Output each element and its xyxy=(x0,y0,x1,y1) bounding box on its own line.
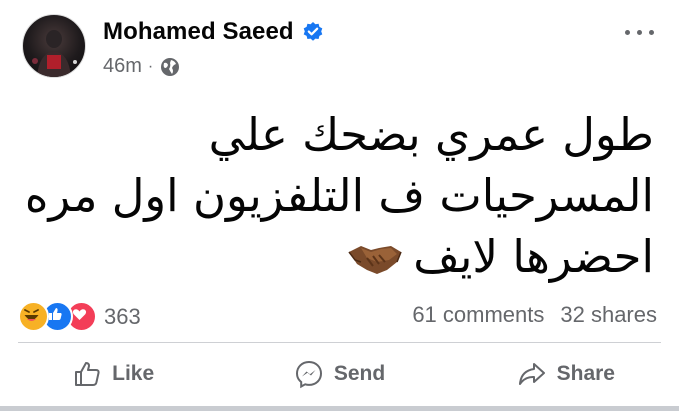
share-label: Share xyxy=(556,362,615,385)
feed-separator xyxy=(0,406,679,411)
engagement-stats: 61 comments 32 shares xyxy=(412,302,657,328)
post-text-line: المسرحيات ف التلفزيون اول مره xyxy=(24,169,654,222)
more-options-icon[interactable] xyxy=(623,22,657,42)
send-button[interactable]: Send xyxy=(226,350,452,398)
author-avatar[interactable] xyxy=(22,14,86,78)
handshake-emoji-icon xyxy=(347,230,403,274)
comments-count[interactable]: 61 comments xyxy=(412,302,544,328)
like-label: Like xyxy=(112,362,155,385)
author-row: Mohamed Saeed xyxy=(103,18,324,46)
verified-badge-icon xyxy=(302,21,324,43)
meta-separator: · xyxy=(147,57,154,75)
reaction-count: 363 xyxy=(104,303,141,329)
post-text-line-with-emoji: احضرها لايف xyxy=(34,226,654,287)
facebook-post: Mohamed Saeed 46m · طول عمري بضحك علي ال… xyxy=(0,0,679,411)
share-arrow-icon xyxy=(518,363,545,385)
share-button[interactable]: Share xyxy=(453,350,679,398)
post-timestamp[interactable]: 46m xyxy=(103,55,142,78)
author-name[interactable]: Mohamed Saeed xyxy=(103,18,294,46)
post-text-line: طول عمري بضحك علي xyxy=(208,108,654,161)
shares-count[interactable]: 32 shares xyxy=(560,302,657,328)
post-meta: 46m · xyxy=(103,55,181,78)
thumbs-up-icon xyxy=(75,362,100,386)
like-button[interactable]: Like xyxy=(0,350,226,398)
divider xyxy=(18,342,661,343)
reaction-summary[interactable]: 363 xyxy=(18,301,141,332)
globe-icon[interactable] xyxy=(159,56,181,78)
haha-reaction-icon xyxy=(18,301,49,332)
action-bar: Like Send Share xyxy=(0,350,679,398)
send-label: Send xyxy=(333,362,386,385)
messenger-icon xyxy=(295,360,322,389)
post-text-line: احضرها لايف xyxy=(413,230,654,283)
post-text: طول عمري بضحك علي المسرحيات ف التلفزيون … xyxy=(24,104,654,287)
